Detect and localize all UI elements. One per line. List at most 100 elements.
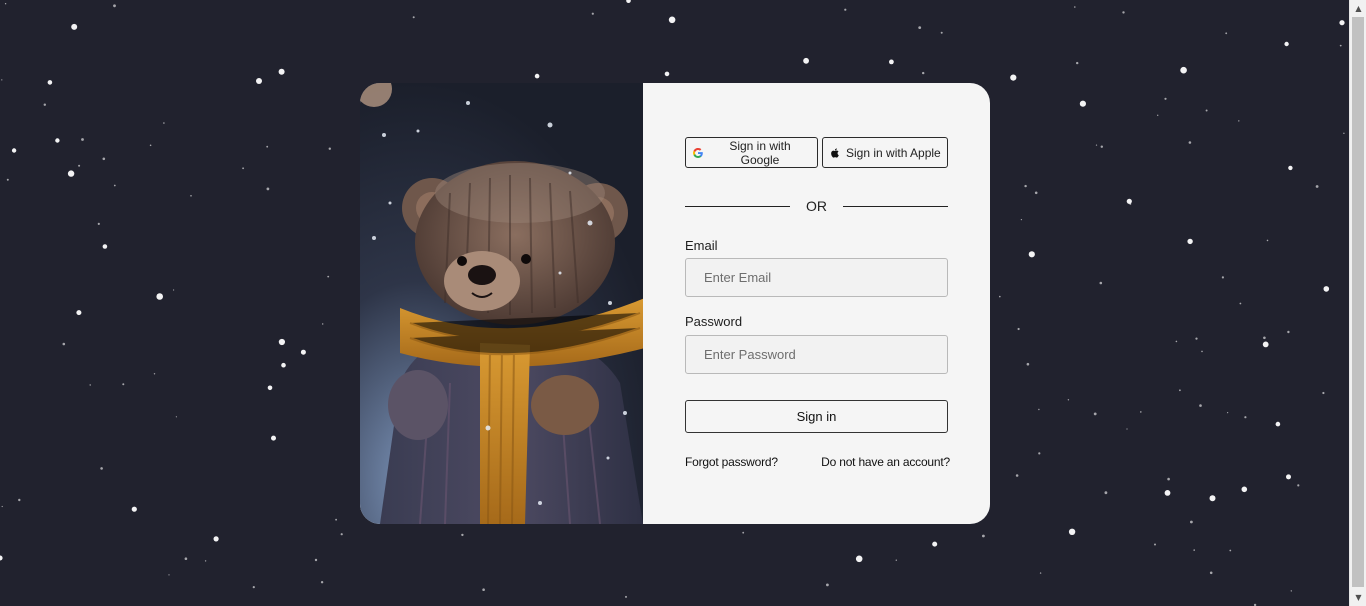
snowflake <box>266 187 270 191</box>
divider-line-right <box>843 205 948 207</box>
snowflake <box>1034 191 1038 195</box>
snowflake <box>131 506 137 512</box>
snowflake <box>1038 408 1040 411</box>
snowflake <box>1076 61 1079 65</box>
snowflake <box>940 31 943 34</box>
snowflake <box>1140 411 1142 413</box>
scrollbar-thumb[interactable] <box>1352 17 1364 587</box>
apple-signin-button[interactable]: Sign in with Apple <box>822 137 948 168</box>
snowflake <box>1199 404 1202 407</box>
snowflake <box>281 362 286 368</box>
snowflake <box>1126 428 1128 430</box>
snowflake <box>1164 97 1167 100</box>
snowflake <box>1095 144 1098 146</box>
snowflake <box>895 559 897 561</box>
snowflake <box>113 4 116 8</box>
snowflake <box>855 555 863 563</box>
snowflake <box>322 323 324 325</box>
snowflake <box>1 79 3 81</box>
snowflake <box>122 383 125 386</box>
scroll-up-icon[interactable]: ▲ <box>1350 0 1366 17</box>
snowflake <box>1024 184 1027 188</box>
snowflake <box>1026 362 1030 366</box>
snowflake <box>1187 238 1193 245</box>
snowflake <box>461 533 464 537</box>
snowflake <box>1190 520 1193 524</box>
snowflake <box>102 244 108 249</box>
snowflake <box>149 144 152 147</box>
snowflake <box>1188 141 1192 144</box>
snowflake <box>1038 452 1041 455</box>
scroll-down-icon[interactable]: ▼ <box>1350 589 1366 606</box>
snowflake <box>1263 336 1266 340</box>
snowflake <box>1164 490 1171 496</box>
snowflake <box>982 534 985 538</box>
snowflake <box>266 145 269 148</box>
snowflake <box>1067 399 1070 401</box>
snowflake <box>328 147 331 150</box>
snowflake <box>267 385 273 391</box>
snowflake <box>213 536 219 542</box>
snowflake <box>173 289 175 291</box>
snowflake <box>1339 20 1345 26</box>
snowflake <box>153 373 156 375</box>
snowflake <box>1175 340 1178 343</box>
email-label: Email <box>685 238 718 253</box>
snowflake <box>1225 32 1228 35</box>
auth-links: Forgot password? Do not have an account? <box>685 455 950 469</box>
snowflake <box>1343 132 1345 134</box>
password-field[interactable] <box>685 335 948 374</box>
forgot-password-link[interactable]: Forgot password? <box>685 455 778 469</box>
snowflake <box>626 0 631 3</box>
snowflake <box>1322 391 1325 395</box>
snowflake <box>100 467 103 470</box>
snowflake <box>168 574 170 576</box>
snowflake <box>1286 474 1291 480</box>
snowflake <box>320 581 324 584</box>
snowflake <box>71 23 78 30</box>
snowflake <box>1238 120 1240 122</box>
snowflake <box>1020 219 1023 221</box>
snowflake <box>340 533 343 536</box>
snowflake <box>1039 572 1042 574</box>
snowflake <box>47 80 53 85</box>
snowflake <box>412 16 415 19</box>
email-field[interactable] <box>685 258 948 297</box>
divider-text: OR <box>806 198 827 214</box>
sign-in-button[interactable]: Sign in <box>685 400 948 433</box>
signup-link[interactable]: Do not have an account? <box>821 455 950 469</box>
snowflake <box>1315 185 1319 188</box>
snowflake <box>803 57 809 64</box>
snowflake <box>62 342 66 346</box>
snowflake <box>1339 44 1342 47</box>
snowflake <box>1129 202 1132 205</box>
snowflake <box>1275 421 1281 427</box>
snowflake <box>11 148 17 153</box>
snowflake <box>1266 239 1269 242</box>
snowflake <box>1227 412 1229 414</box>
snowflake <box>1157 114 1159 117</box>
vertical-scrollbar[interactable]: ▲ ▼ <box>1349 0 1366 606</box>
snowflake <box>156 293 163 300</box>
apple-logo-icon <box>829 147 841 159</box>
snowflake <box>256 78 262 84</box>
snowflake <box>1297 484 1300 487</box>
snowflake <box>1323 286 1330 292</box>
snowflake <box>1028 251 1035 258</box>
password-label: Password <box>685 314 743 329</box>
snowflake <box>163 122 165 124</box>
google-signin-button[interactable]: Sign in with Google <box>685 137 818 168</box>
snowflake <box>1239 302 1242 305</box>
snowflake <box>190 195 192 197</box>
snowflake <box>6 178 9 181</box>
snowflake <box>78 164 81 167</box>
snowflake <box>591 12 594 15</box>
snowflake <box>1100 145 1104 148</box>
snowflake <box>1179 389 1181 392</box>
snowflake <box>97 222 100 225</box>
snowflake <box>1241 486 1248 493</box>
apple-signin-label: Sign in with Apple <box>846 145 941 160</box>
snowflake <box>1205 109 1208 112</box>
snowflake <box>1193 549 1195 551</box>
snowflake <box>242 167 245 170</box>
